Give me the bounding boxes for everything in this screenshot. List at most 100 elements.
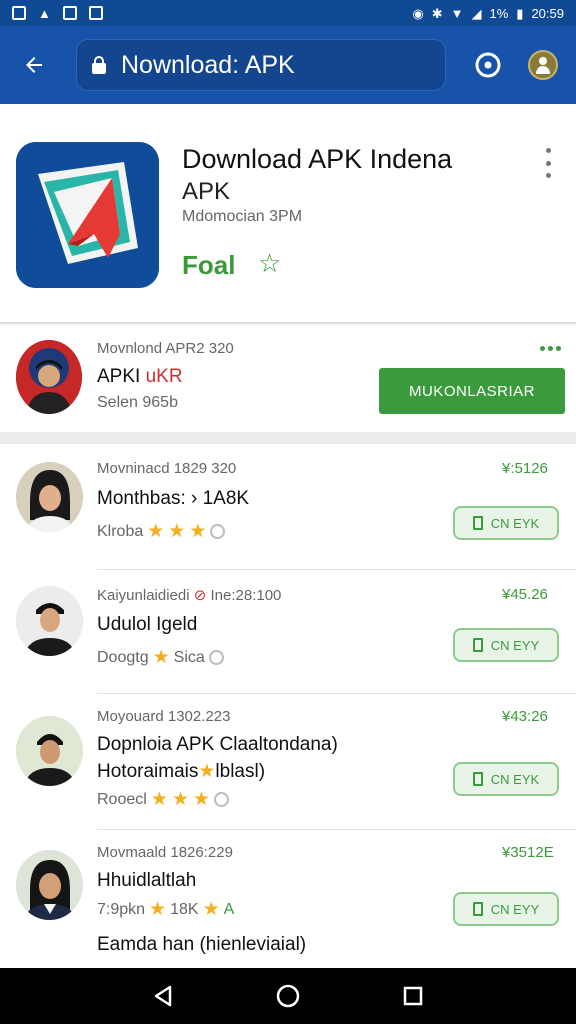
star-icon[interactable]: ☆ [258,248,281,279]
featured-more-button[interactable] [540,346,561,351]
download-icon [472,902,483,916]
badge-icon [210,524,226,539]
list-item-price: ¥3512E [502,844,554,861]
app-logo-icon [16,142,159,288]
featured-title-accent: uKR [145,366,183,387]
status-bar: ▲ ◉ ✱ ▼ ◢ 1% ▮ 20:59 [0,0,576,26]
list-item-rating: 7:9pkn ★ 18K ★ A [97,898,234,921]
featured-size: Selen 965b [97,394,178,411]
list-item-install-button[interactable]: CN EYK [453,506,559,540]
list-item-rating: Klroba ★ ★ ★ [97,520,226,543]
target-icon [475,52,501,78]
list-item-rating: Doogtg ★ Sica [97,646,224,669]
profile-avatar[interactable] [528,50,558,80]
star-icon: ★ [198,761,216,782]
notification-icon [12,6,26,20]
calendar-icon [88,6,103,20]
list-item-meta: Kaiyunlaidiedi ⊘ Ine:28:100 [97,586,281,604]
alert-icon: ⊘ [193,587,207,604]
dot-icon [545,148,551,153]
dot-icon [556,346,561,351]
screen: ▲ ◉ ✱ ▼ ◢ 1% ▮ 20:59 Nownload: APK Downl… [0,0,576,1024]
subtitle-tail: lblasl) [215,761,266,782]
status-system: ◉ ✱ ▼ ◢ 1% ▮ 20:59 [412,7,564,20]
app-title: Download APK Indena [182,144,453,174]
list-avatar [16,462,83,532]
list-item-title: Hhuidlaltlah [97,870,197,891]
gallery-icon [62,6,77,20]
star-icon: ★ [192,789,210,810]
url-text: Nownload: APK [121,50,295,79]
battery-icon: ▮ [516,5,524,21]
download-icon [472,638,483,652]
list-item-title: Udulol Igeld [97,614,198,635]
clock: 20:59 [531,5,564,21]
star-icon: ★ [171,789,189,810]
list-item-price: ¥45.26 [502,586,548,603]
location-button[interactable] [470,47,506,83]
bluetooth-icon: ✱ [431,5,443,21]
section-divider [0,322,576,326]
lock-icon [92,56,106,74]
featured-title: APKI uKR [97,366,183,388]
install-label: CN EYY [490,901,540,917]
list-item-price: ¥43:26 [502,708,548,725]
install-label: CN EYK [490,515,540,531]
list-avatar [16,586,83,656]
list-item-meta: Movninacd 1829 320 [97,460,237,477]
more-options-button[interactable] [538,148,558,178]
featured-download-button[interactable]: MUKONLASRIAR [379,368,565,414]
list-item-install-button[interactable]: CN EYK [453,762,559,796]
back-button[interactable] [14,45,54,85]
list-item[interactable]: Kaiyunlaidiedi ⊘ Ine:28:100 Udulol Igeld… [0,570,576,694]
star-icon: ★ [152,647,170,668]
rating-tail: A [223,900,235,918]
badge-icon [208,650,224,665]
rating-mid: 18K [170,900,199,918]
status-notifications: ▲ [12,6,103,20]
star-icon: ★ [202,899,220,920]
rating-label: Klroba [97,522,144,540]
rating-label: Doogtg [97,648,149,666]
star-icon: ★ [147,521,165,542]
dot-icon [545,160,551,166]
list-item-meta: Movmaald 1826:229 [97,844,233,861]
nav-recents-button[interactable] [393,976,433,1016]
install-label: CN EYY [490,637,540,653]
list-item[interactable]: Movninacd 1829 320 Monthbas: › 1A8K Klro… [0,444,576,570]
list-item-install-button[interactable]: CN EYY [453,628,559,662]
person-icon [536,57,550,74]
list-item-title: Dopnloia APK Claaltondana) [97,734,338,755]
app-developer: Mdomocian 3PM [182,208,303,225]
dot-icon [545,173,551,178]
badge-icon [213,792,229,807]
meta-text-2: Ine:28:100 [210,587,282,604]
download-icon [472,772,483,786]
list-item[interactable]: Movmaald 1826:229 Hhuidlaltlah 7:9pkn ★ … [0,830,576,968]
star-icon: ★ [189,521,207,542]
meta-text: Kaiyunlaidiedi [97,587,190,604]
list-avatar [16,850,83,920]
nav-back-button[interactable] [143,976,183,1016]
featured-title-main: APKI [97,366,146,387]
dot-icon [548,346,553,351]
list-item-price: ¥:5126 [502,460,548,477]
list-item-meta: Moyouard 1302.223 [97,708,231,725]
list-item[interactable]: Moyouard 1302.223 Dopnloia APK Claaltond… [0,694,576,830]
list-item-rating: Rooecl ★ ★ ★ [97,788,229,811]
navigation-bar [0,968,576,1024]
featured-avatar [16,340,82,414]
nav-home-button[interactable] [268,976,308,1016]
dot-icon [540,346,545,351]
url-bar[interactable]: Nownload: APK [76,39,446,91]
location-icon: ◉ [412,5,424,21]
list-item-title: Monthbas: › 1A8K [97,488,250,509]
section-separator [0,432,576,444]
featured-card[interactable]: Movnlond APR2 320 APKI uKR Selen 965b MU… [0,328,576,432]
notification-bell-icon: ▲ [38,5,51,21]
featured-meta: Movnlond APR2 320 [97,340,234,357]
list-item-install-button[interactable]: CN EYY [453,892,559,926]
app-price: Foal [182,250,236,280]
circle-home-icon [276,984,300,1008]
star-icon: ★ [149,899,167,920]
